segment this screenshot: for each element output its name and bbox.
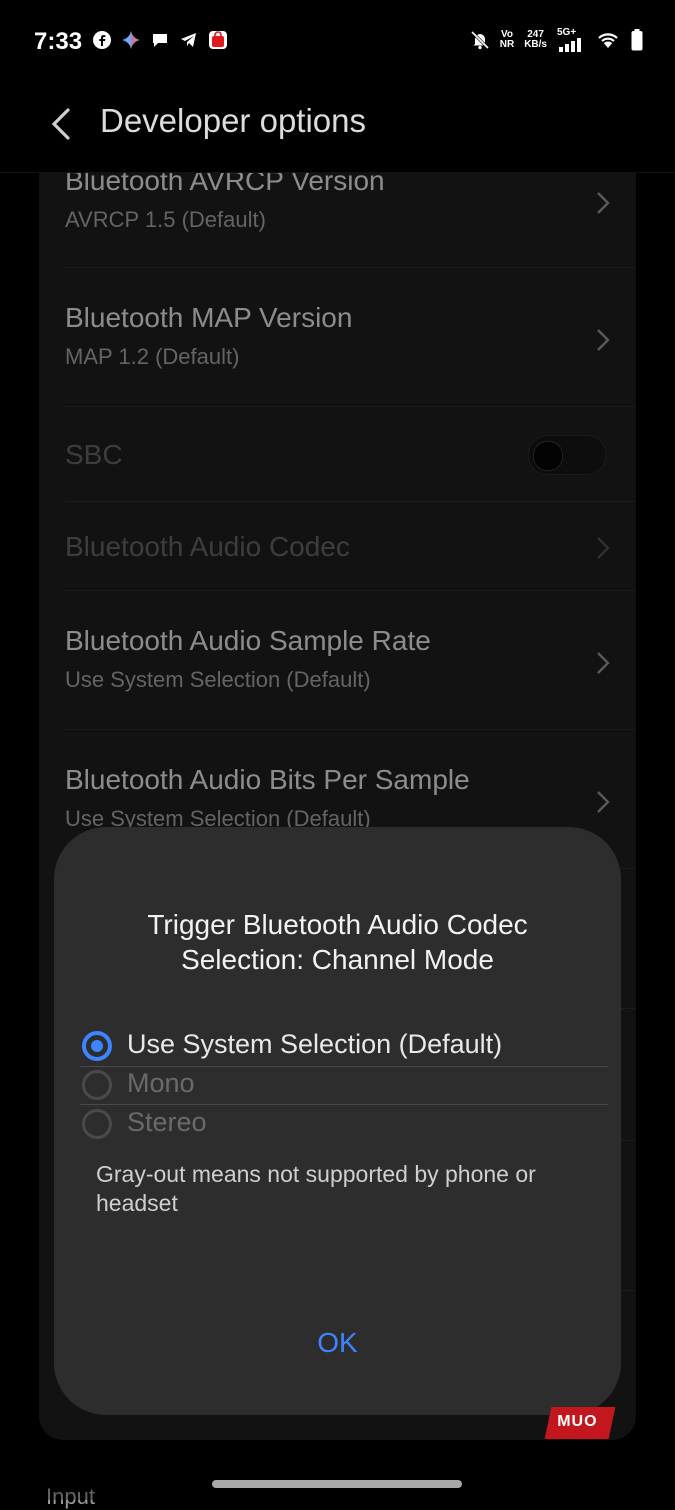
home-gesture-bar[interactable] bbox=[212, 1480, 462, 1488]
mute-bell-icon bbox=[470, 30, 489, 50]
dialog-note: Gray-out means not supported by phone or… bbox=[96, 1161, 536, 1216]
wifi-icon bbox=[598, 33, 618, 48]
option-label: Mono bbox=[127, 1068, 195, 1098]
radio-selected-icon[interactable] bbox=[82, 1031, 112, 1061]
cellular-signal: 5G+ bbox=[557, 28, 585, 52]
app-bar: Developer options bbox=[0, 82, 675, 173]
option-divider bbox=[80, 1104, 608, 1105]
watermark-text: MUO bbox=[557, 1413, 598, 1430]
back-arrow-icon[interactable] bbox=[46, 104, 76, 144]
option-label: Use System Selection (Default) bbox=[127, 1029, 503, 1059]
chat-icon bbox=[153, 34, 167, 47]
option-system-selection[interactable]: Use System Selection (Default) bbox=[80, 1029, 608, 1067]
option-label: Stereo bbox=[127, 1107, 207, 1137]
clock: 7:33 bbox=[34, 28, 83, 55]
status-bar: 7:33 Vo NR 247 KB/s 5G+ bbox=[0, 0, 675, 80]
channel-mode-dialog: Trigger Bluetooth Audio Codec Selection:… bbox=[54, 827, 621, 1415]
page-title: Developer options bbox=[100, 102, 366, 139]
network-type: 5G+ bbox=[557, 27, 577, 38]
ok-button[interactable]: OK bbox=[54, 1327, 621, 1359]
radio-unselected-icon bbox=[82, 1109, 112, 1139]
battery-icon bbox=[631, 29, 643, 51]
gemini-icon bbox=[122, 31, 140, 49]
option-divider bbox=[80, 1066, 608, 1067]
signal-bars-icon bbox=[559, 38, 581, 52]
network-speed: 247 KB/s bbox=[524, 29, 547, 50]
system-icons: Vo NR 247 KB/s 5G+ bbox=[470, 28, 643, 52]
shopping-bag-icon bbox=[209, 31, 227, 49]
option-stereo: Stereo bbox=[80, 1107, 608, 1145]
facebook-icon bbox=[93, 31, 111, 49]
radio-unselected-icon bbox=[82, 1070, 112, 1100]
volte-nr-indicator: Vo NR bbox=[499, 29, 515, 50]
muo-watermark-logo: MUO bbox=[544, 1407, 616, 1439]
notification-icons bbox=[92, 30, 228, 50]
option-mono: Mono bbox=[80, 1068, 608, 1106]
dialog-title: Trigger Bluetooth Audio Codec Selection:… bbox=[147, 909, 528, 975]
telegram-icon bbox=[181, 33, 196, 47]
